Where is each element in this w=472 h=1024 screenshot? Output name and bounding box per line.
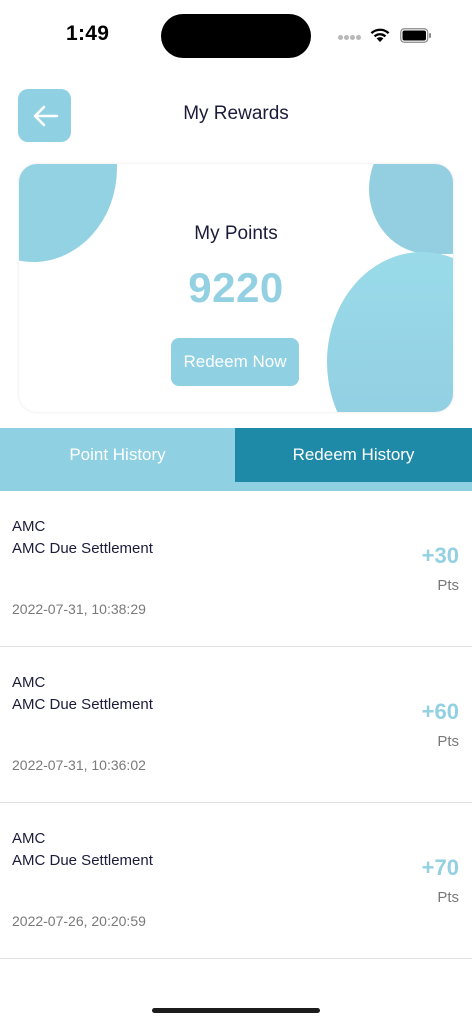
points-value: 9220 xyxy=(188,264,284,311)
status-time: 1:49 xyxy=(66,22,110,45)
history-list: AMC AMC Due Settlement 2022-07-31, 10:38… xyxy=(0,491,472,959)
battery-icon xyxy=(400,28,431,43)
page-title: My Rewards xyxy=(183,103,289,124)
decorative-blob xyxy=(19,164,117,262)
list-item[interactable]: AMC AMC Due Settlement 2022-07-31, 10:38… xyxy=(0,491,472,647)
item-points: +60 xyxy=(421,699,459,724)
signal-dots-icon xyxy=(338,35,362,41)
item-points: +30 xyxy=(421,543,459,568)
list-item[interactable]: AMC AMC Due Settlement 2022-07-31, 10:36… xyxy=(0,647,472,803)
item-date: 2022-07-26, 20:20:59 xyxy=(12,913,146,929)
item-date: 2022-07-31, 10:36:02 xyxy=(12,757,146,773)
item-unit: Pts xyxy=(437,577,459,594)
tab-point-history[interactable]: Point History xyxy=(0,428,235,482)
tab-redeem-history[interactable]: Redeem History xyxy=(235,428,472,482)
item-category: AMC xyxy=(12,674,46,691)
item-points: +70 xyxy=(421,855,459,880)
item-category: AMC xyxy=(12,830,46,847)
list-item[interactable]: AMC AMC Due Settlement 2022-07-26, 20:20… xyxy=(0,803,472,959)
status-bar: 1:49 xyxy=(0,0,472,70)
item-category: AMC xyxy=(12,518,46,535)
rewards-screen: 1:49 My Rewards My Points 9220 Redeem No… xyxy=(0,0,472,1024)
item-description: AMC Due Settlement xyxy=(12,696,153,713)
redeem-now-button[interactable]: Redeem Now xyxy=(171,338,299,386)
wifi-icon xyxy=(370,28,390,42)
points-card: My Points 9220 Redeem Now xyxy=(19,164,453,412)
item-unit: Pts xyxy=(437,889,459,906)
dynamic-island xyxy=(161,14,311,58)
points-label: My Points xyxy=(194,223,278,244)
item-date: 2022-07-31, 10:38:29 xyxy=(12,601,146,617)
item-unit: Pts xyxy=(437,733,459,750)
home-indicator[interactable] xyxy=(152,1008,320,1013)
history-tabs: Point History Redeem History xyxy=(0,428,472,491)
item-description: AMC Due Settlement xyxy=(12,852,153,869)
item-description: AMC Due Settlement xyxy=(12,540,153,557)
